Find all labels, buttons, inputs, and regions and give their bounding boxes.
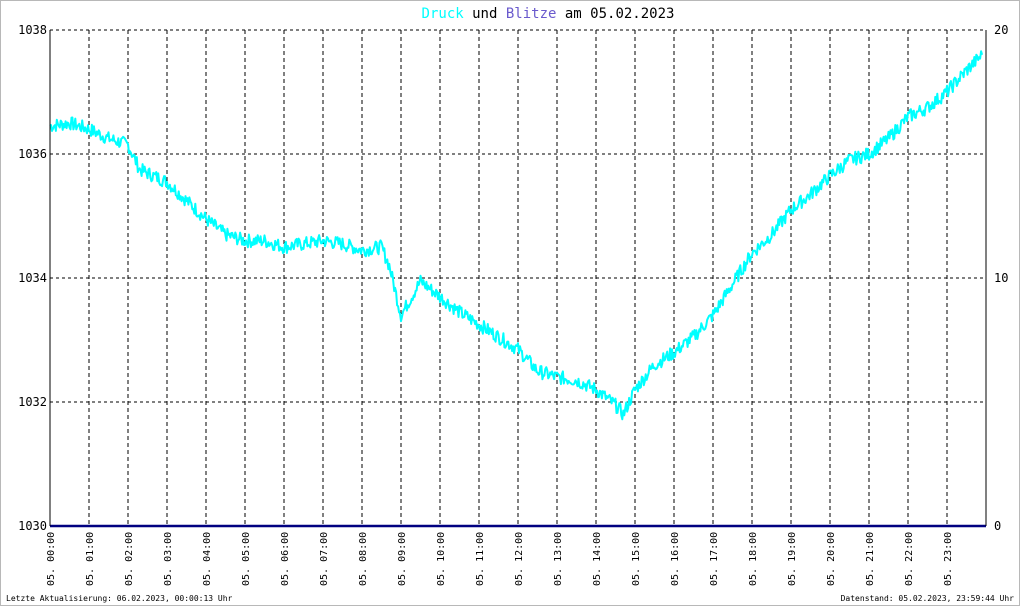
y-right-tick-label: 0 — [994, 519, 1001, 533]
x-tick-label: 05. 02:00 — [124, 532, 135, 586]
y-left-tick-label: 1032 — [18, 395, 47, 409]
title-druck: Druck — [422, 6, 465, 22]
x-tick-label: 05. 22:00 — [904, 532, 915, 586]
x-tick-label: 05. 12:00 — [514, 532, 525, 586]
x-tick-label: 05. 13:00 — [553, 532, 564, 586]
x-tick-label: 05. 19:00 — [787, 532, 798, 586]
y-left-tick-label: 1030 — [18, 519, 47, 533]
y-left-tick-label: 1036 — [18, 147, 47, 161]
title-blitze: Blitze — [506, 6, 557, 22]
y-left-tick-label: 1038 — [18, 23, 47, 37]
x-tick-label: 05. 03:00 — [163, 532, 174, 586]
y-right-tick-label: 20 — [994, 23, 1008, 37]
x-tick-label: 05. 00:00 — [46, 532, 57, 586]
x-tick-label: 05. 23:00 — [943, 532, 954, 586]
x-tick-label: 05. 10:00 — [436, 532, 447, 586]
x-tick-label: 05. 18:00 — [748, 532, 759, 586]
series-pressure-line — [49, 50, 984, 421]
x-tick-label: 05. 06:00 — [280, 532, 291, 586]
x-tick-label: 05. 11:00 — [475, 532, 486, 586]
pressure-lightning-chart: Druck und Blitze am 05.02.2023 103010321… — [18, 6, 1008, 586]
x-tick-label: 05. 09:00 — [397, 532, 408, 586]
data-status-text: Datenstand: 05.02.2023, 23:59:44 Uhr — [840, 594, 1014, 603]
y-right-tick-label: 10 — [994, 271, 1008, 285]
x-tick-label: 05. 17:00 — [709, 532, 720, 586]
x-tick-label: 05. 04:00 — [202, 532, 213, 586]
x-axis-labels: 05. 00:00 05. 01:00 05. 02:00 05. 03:00 05. … — [46, 532, 954, 586]
y-axis-left-labels: 1030 1032 1034 1036 1038 — [18, 23, 47, 533]
x-tick-label: 05. 08:00 — [358, 532, 369, 586]
x-tick-label: 05. 14:00 — [592, 532, 603, 586]
x-tick-label: 05. 20:00 — [826, 532, 837, 586]
x-tick-label: 05. 15:00 — [631, 532, 642, 586]
last-update-text: Letzte Aktualisierung: 06.02.2023, 00:00… — [6, 594, 233, 603]
y-axis-right-labels: 0 10 20 — [994, 23, 1008, 533]
chart-title: Druck und Blitze am 05.02.2023 — [422, 6, 675, 22]
x-tick-label: 05. 16:00 — [670, 532, 681, 586]
x-tick-label: 05. 21:00 — [865, 532, 876, 586]
x-tick-label: 05. 07:00 — [319, 532, 330, 586]
y-left-tick-label: 1034 — [18, 271, 47, 285]
grid-lines — [50, 29, 986, 526]
title-date: am 05.02.2023 — [556, 6, 674, 22]
title-und: und — [464, 6, 506, 22]
x-tick-label: 05. 01:00 — [85, 532, 96, 586]
x-tick-label: 05. 05:00 — [241, 532, 252, 586]
